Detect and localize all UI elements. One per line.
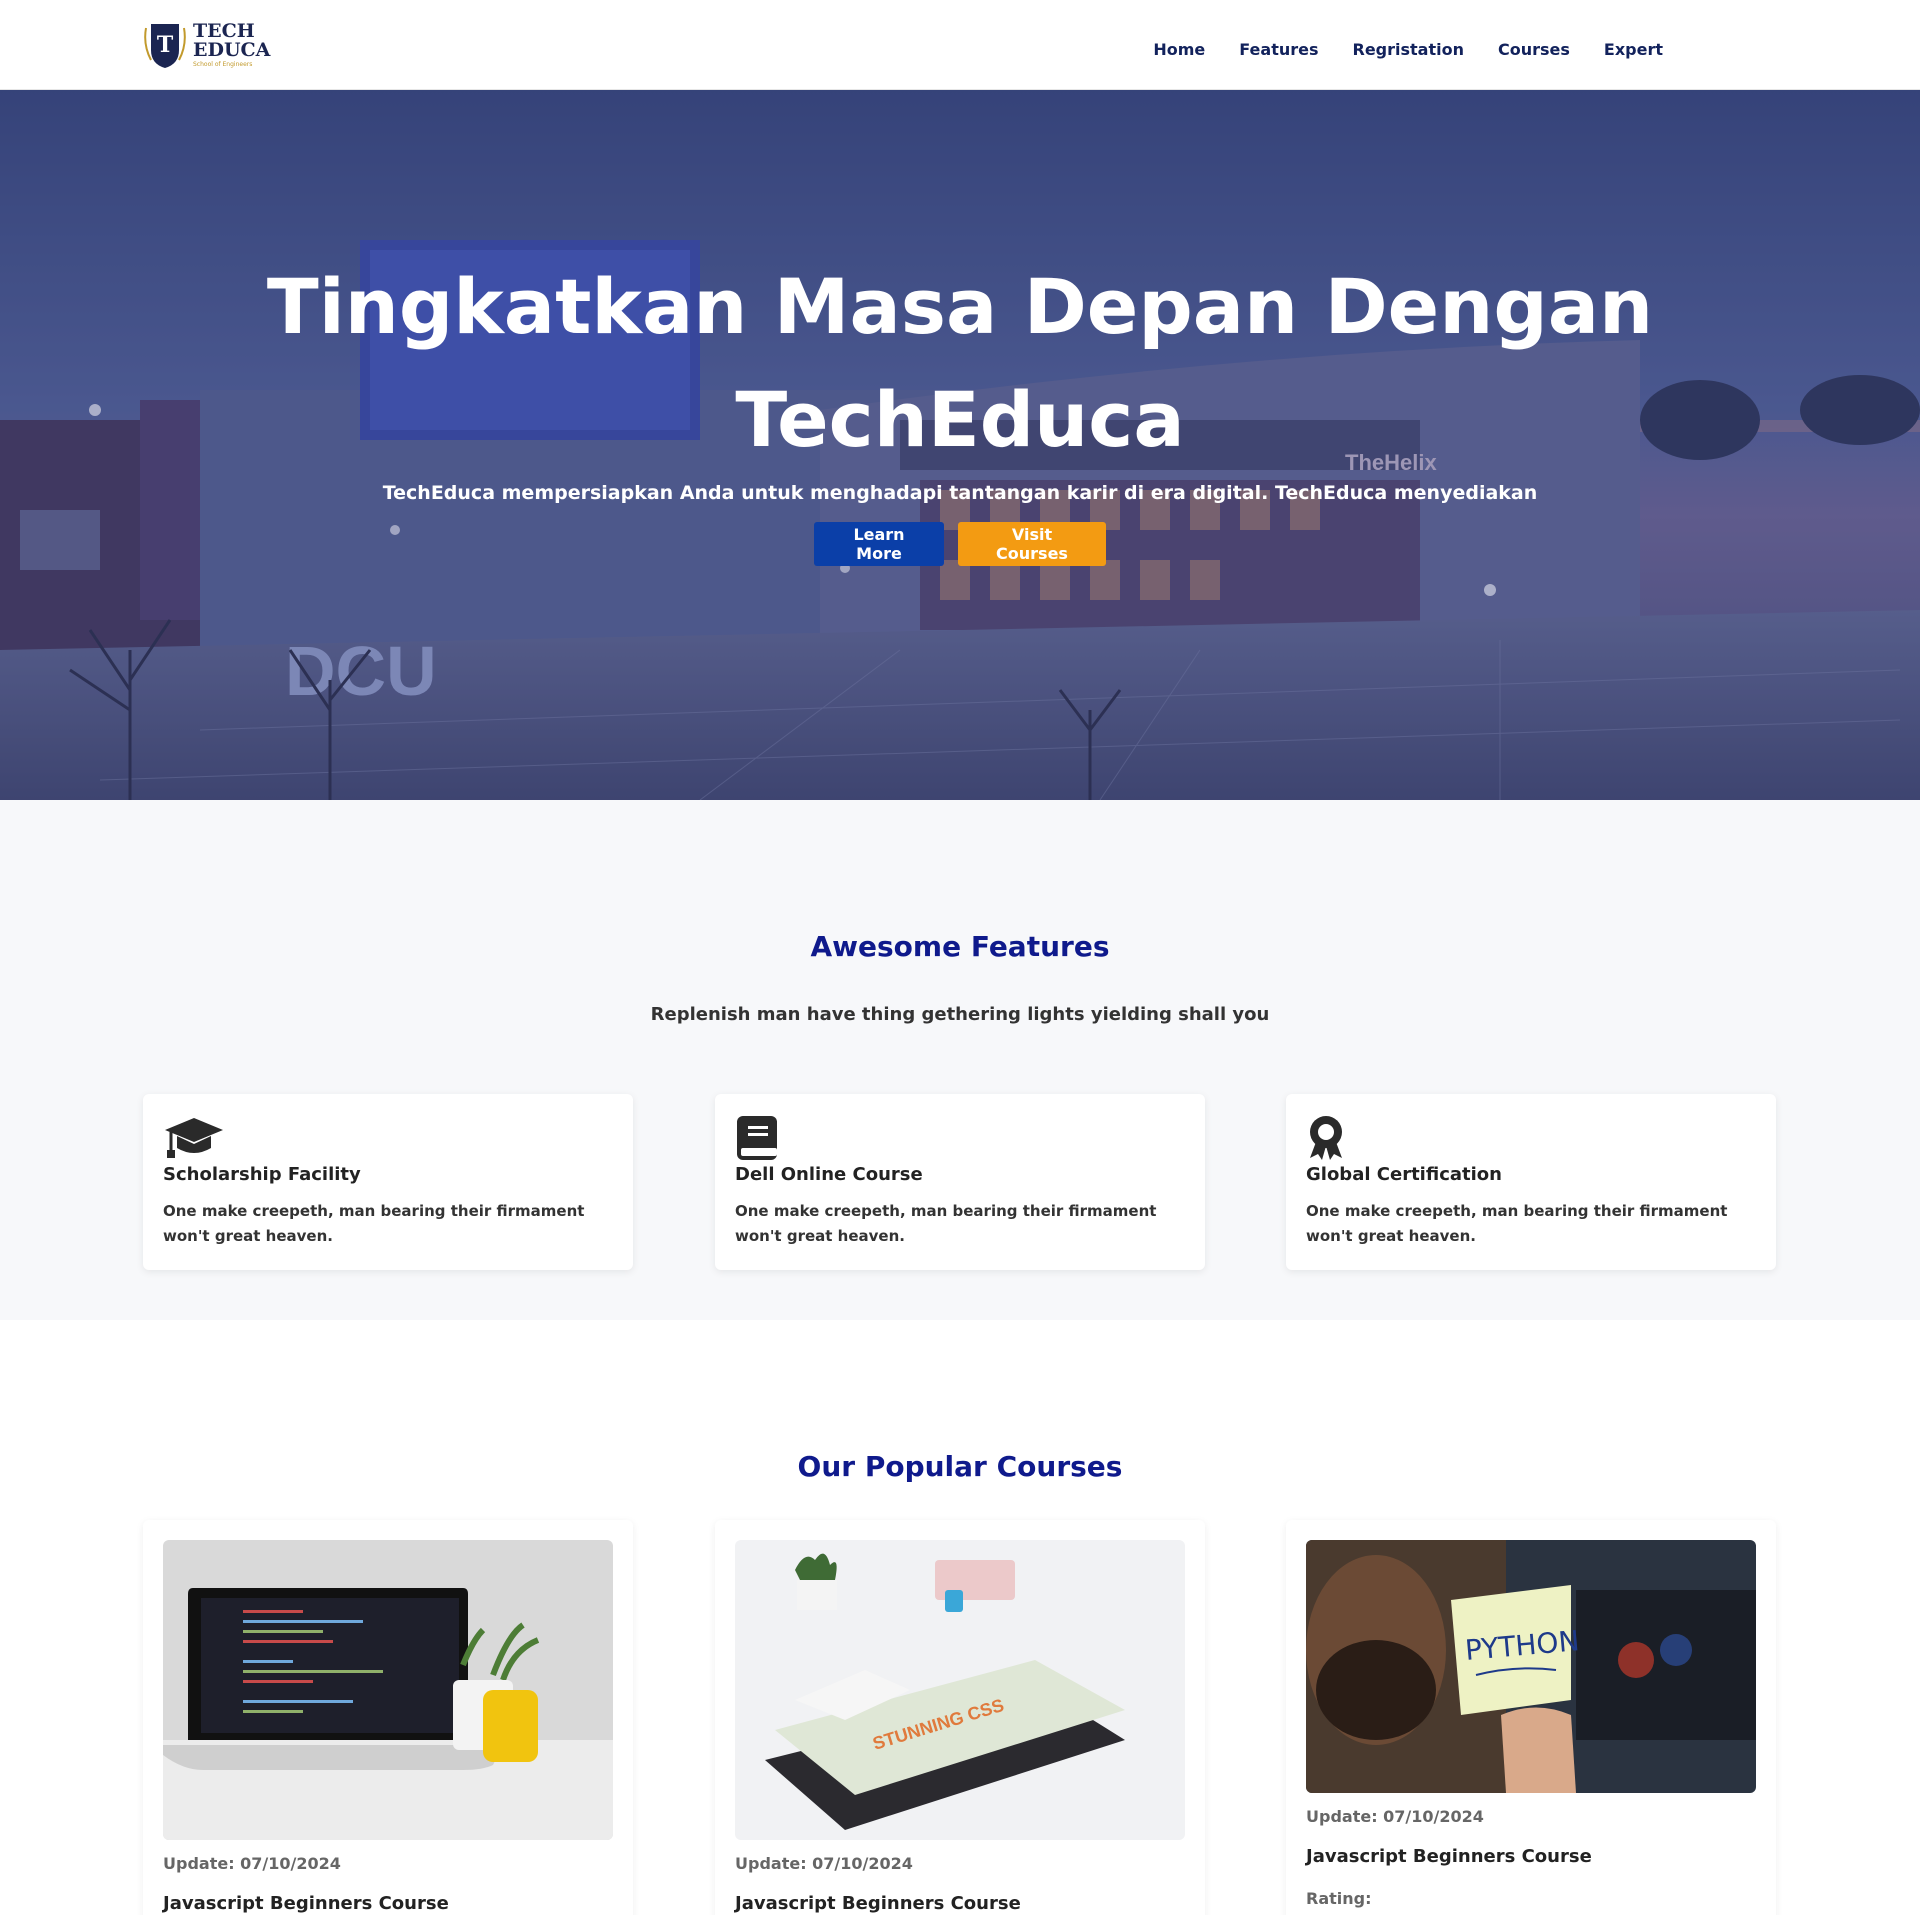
feature-desc: One make creepeth, man bearing their fir…	[163, 1202, 585, 1245]
courses-section: Our Popular Courses Update: 07/10/2024 J…	[0, 1320, 1920, 1915]
course-card[interactable]: STUNNING CSS Update: 07/10/2024 Javascri…	[715, 1520, 1205, 1915]
features-title: Awesome Features	[810, 930, 1110, 963]
nav-link-courses[interactable]: Courses	[1498, 40, 1570, 59]
course-rating-label: Rating:	[1306, 1889, 1372, 1908]
course-title[interactable]: Javascript Beginners Course	[735, 1893, 1185, 1914]
course-card[interactable]: PYTHON Update: 07/10/2024 Javascript Beg…	[1286, 1520, 1776, 1915]
hero-title: Tingkatkan Masa Depan Dengan TechEduca	[0, 250, 1920, 476]
hero-title-line1: Tingkatkan Masa Depan Dengan	[266, 262, 1654, 351]
nav-link-registration[interactable]: Regristation	[1353, 40, 1464, 59]
navbar: T TECH EDUCA School of Engineers Home Fe…	[0, 0, 1920, 90]
brand-tagline: School of Engineers	[193, 61, 253, 68]
nav-link-features[interactable]: Features	[1239, 40, 1318, 59]
course-title[interactable]: Javascript Beginners Course	[1306, 1846, 1756, 1867]
hero-subtitle: TechEduca mempersiapkan Anda untuk mengh…	[382, 482, 1538, 504]
features-section: Awesome Features Replenish man have thin…	[0, 800, 1920, 1320]
book-icon	[735, 1114, 795, 1160]
css-books-image: STUNNING CSS	[735, 1540, 1185, 1840]
hero-section: TheHelix DCU Tingkatkan Masa Depan Denga…	[0, 90, 1920, 800]
feature-desc: One make creepeth, man bearing their fir…	[1306, 1202, 1728, 1245]
feature-desc: One make creepeth, man bearing their fir…	[735, 1202, 1157, 1245]
award-icon	[1306, 1114, 1366, 1160]
feature-card-scholarship: Scholarship Facility One make creepeth, …	[143, 1094, 633, 1270]
graduation-cap-icon	[163, 1114, 223, 1160]
feature-card-certification: Global Certification One make creepeth, …	[1286, 1094, 1776, 1270]
feature-title: Global Certification	[1306, 1164, 1502, 1185]
nav-link-expert[interactable]: Expert	[1604, 40, 1663, 59]
shield-letter: T	[157, 32, 174, 58]
visit-courses-button[interactable]: Visit Courses	[958, 522, 1106, 566]
feature-title: Dell Online Course	[735, 1164, 923, 1185]
brand-logo[interactable]: T TECH EDUCA School of Engineers	[143, 18, 283, 72]
course-update-date: Update: 07/10/2024	[735, 1854, 913, 1873]
course-card[interactable]: Update: 07/10/2024 Javascript Beginners …	[143, 1520, 633, 1915]
brand-line2: EDUCA	[193, 39, 271, 61]
hero-buttons: Learn More Visit Courses	[0, 522, 1920, 566]
course-update-date: Update: 07/10/2024	[163, 1854, 341, 1873]
courses-title: Our Popular Courses	[797, 1450, 1123, 1483]
feature-title: Scholarship Facility	[163, 1164, 361, 1185]
features-subtitle: Replenish man have thing gethering light…	[650, 1004, 1270, 1025]
learn-more-button[interactable]: Learn More	[814, 522, 944, 566]
laptop-code-image	[163, 1540, 613, 1840]
hero-title-line2: TechEduca	[735, 375, 1185, 464]
main-nav: Home Features Regristation Courses Exper…	[1119, 40, 1663, 59]
feature-card-online-course: Dell Online Course One make creepeth, ma…	[715, 1094, 1205, 1270]
python-note-image: PYTHON	[1306, 1540, 1756, 1793]
nav-link-home[interactable]: Home	[1153, 40, 1205, 59]
shield-icon: T	[143, 20, 187, 70]
course-update-date: Update: 07/10/2024	[1306, 1807, 1484, 1826]
course-title[interactable]: Javascript Beginners Course	[163, 1893, 613, 1914]
